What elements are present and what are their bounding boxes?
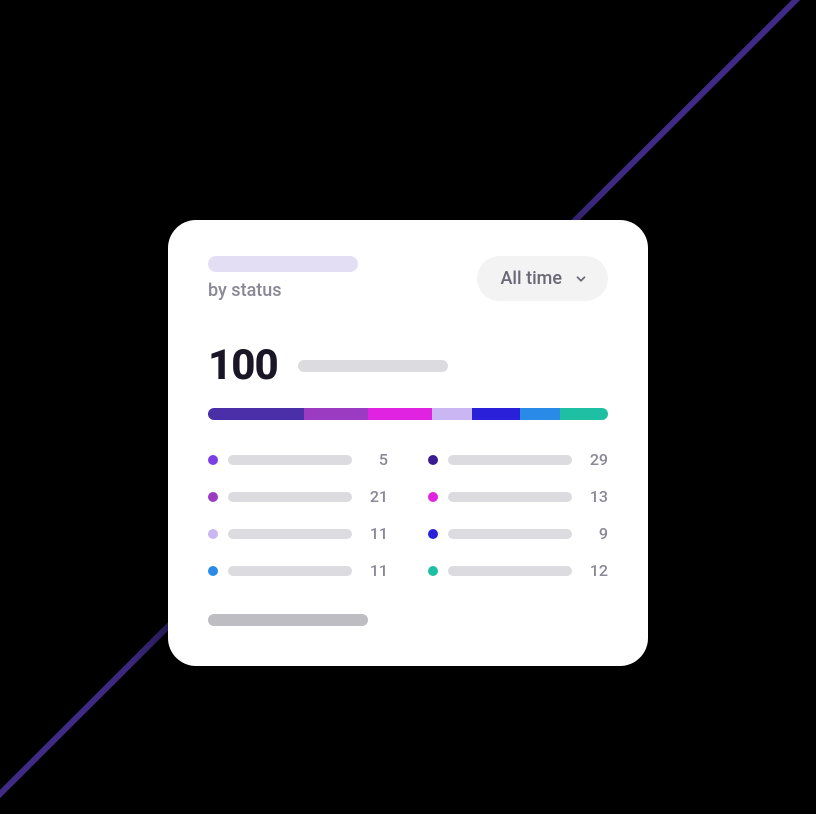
legend-label-placeholder	[228, 492, 352, 502]
legend-value: 13	[582, 487, 608, 506]
legend-value: 9	[582, 524, 608, 543]
bar-segment-4	[432, 408, 472, 420]
total-value: 100	[208, 341, 278, 390]
legend-dot	[208, 566, 218, 576]
legend-label-placeholder	[228, 455, 352, 465]
legend-item: 9	[428, 524, 608, 543]
legend-item: 11	[208, 561, 388, 580]
legend-item: 11	[208, 524, 388, 543]
legend-grid: 5 29 21 13 11 9 11	[208, 450, 608, 580]
stacked-distribution-bar	[208, 408, 608, 420]
legend-label-placeholder	[448, 492, 572, 502]
title-placeholder	[208, 256, 358, 272]
legend-label-placeholder	[448, 529, 572, 539]
card-header: by status All time	[208, 256, 608, 301]
bar-segment-1	[208, 408, 304, 420]
card-subtitle: by status	[208, 280, 358, 301]
title-block: by status	[208, 256, 358, 301]
legend-dot	[428, 529, 438, 539]
bar-segment-7	[560, 408, 608, 420]
legend-label-placeholder	[228, 566, 352, 576]
legend-item: 13	[428, 487, 608, 506]
legend-value: 12	[582, 561, 608, 580]
legend-item: 12	[428, 561, 608, 580]
time-range-dropdown[interactable]: All time	[477, 256, 609, 301]
status-summary-card: by status All time 100 5 29	[168, 220, 648, 666]
legend-dot	[208, 455, 218, 465]
bar-segment-5	[472, 408, 520, 420]
legend-label-placeholder	[228, 529, 352, 539]
bar-segment-3	[368, 408, 432, 420]
legend-value: 11	[362, 524, 388, 543]
legend-value: 29	[582, 450, 608, 469]
legend-value: 11	[362, 561, 388, 580]
legend-value: 5	[362, 450, 388, 469]
legend-label-placeholder	[448, 455, 572, 465]
legend-label-placeholder	[448, 566, 572, 576]
bar-segment-2	[304, 408, 368, 420]
total-row: 100	[208, 341, 608, 390]
legend-dot	[208, 529, 218, 539]
legend-dot	[208, 492, 218, 502]
legend-item: 21	[208, 487, 388, 506]
total-label-placeholder	[298, 360, 448, 372]
footer-placeholder	[208, 614, 368, 626]
legend-dot	[428, 455, 438, 465]
legend-value: 21	[362, 487, 388, 506]
dropdown-label: All time	[501, 268, 563, 289]
legend-item: 29	[428, 450, 608, 469]
legend-dot	[428, 492, 438, 502]
bar-segment-6	[520, 408, 560, 420]
legend-dot	[428, 566, 438, 576]
legend-item: 5	[208, 450, 388, 469]
chevron-down-icon	[574, 272, 588, 286]
